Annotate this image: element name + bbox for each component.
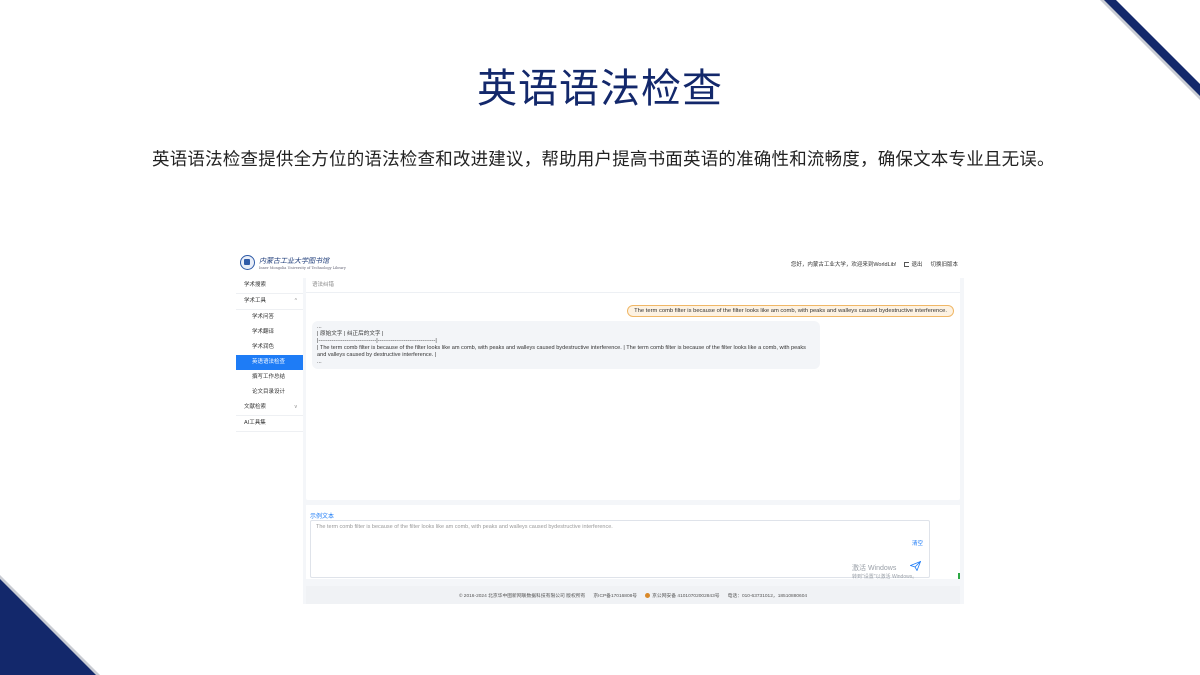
sidebar-item[interactable]: 撰写工作总结 — [236, 370, 303, 385]
status-indicator — [958, 573, 960, 579]
message-input[interactable]: The term comb filter is because of the f… — [310, 520, 930, 578]
logo-subtitle: Inner Mongolia University of Technology … — [259, 265, 346, 270]
panel-label: 语法纠错 — [312, 282, 335, 288]
sidebar-item[interactable]: 学术搜索 — [236, 278, 303, 294]
logo-name: 内蒙古工业大学图书馆 — [259, 256, 329, 265]
chevron-down-icon: v — [294, 404, 298, 410]
example-text-label[interactable]: 示例文本 — [310, 511, 334, 520]
reply-line: ... — [317, 324, 322, 330]
chat-panel: 语法纠错 The term comb filter is because of … — [306, 276, 960, 500]
sidebar-item-label: 学术问答 — [252, 314, 275, 320]
sidebar-item-label: 学术工具 — [244, 298, 267, 304]
clear-button[interactable]: 清空 — [912, 539, 923, 547]
sidebar: 学术搜索学术工具 ^ 学术问答学术翻译学术润色英语语法检查 撰写工作总结 论文目录设计文… — [236, 278, 303, 604]
library-logo[interactable]: 内蒙古工业大学图书馆 Inner Mongolia University of … — [240, 255, 346, 270]
reply-line: | 原始文字 | 纠正后的文字 | — [317, 331, 384, 337]
footer-police-label: 京公网安备 41010702002843号 — [652, 593, 720, 599]
watermark-subtitle: 转到"设置"以激活 Windows。 — [852, 574, 918, 580]
input-panel: 示例文本 The term comb filter is because of … — [306, 505, 960, 581]
chevron-up-icon: ^ — [294, 298, 297, 304]
sidebar-item[interactable]: AI工具集 — [236, 416, 303, 432]
sidebar-item-label: AI工具集 — [244, 420, 266, 426]
sidebar-item-label: 文献检索 — [244, 404, 267, 410]
footer-copyright: © 2016-2024 北京华中图新网联数据科技有限公司 版权所有 — [458, 593, 586, 599]
sidebar-item-label: 英语语法检查 — [252, 359, 286, 365]
sidebar-item-label: 论文目录设计 — [252, 389, 286, 395]
police-badge-icon — [645, 592, 651, 598]
assistant-reply-bubble: ... | 原始文字 | 纠正后的文字 | |-------------------… — [312, 321, 820, 369]
app-screenshot: 内蒙古工业大学图书馆 Inner Mongolia University of … — [236, 250, 964, 604]
sidebar-item[interactable]: 学术翻译 — [236, 325, 303, 340]
sidebar-item-label: 学术翻译 — [252, 329, 275, 335]
message-input-text: The term comb filter is because of the f… — [316, 524, 613, 530]
corner-decoration-bottom-left-navy — [0, 579, 96, 675]
sidebar-item[interactable]: 学术工具 ^ — [236, 294, 303, 310]
university-seal-icon — [240, 255, 255, 270]
sidebar-item-label: 撰写工作总结 — [252, 374, 286, 380]
logout-label: 退出 — [911, 262, 923, 268]
sidebar-item[interactable]: 学术润色 — [236, 340, 303, 355]
footer-icp[interactable]: 京ICP备17016808号 — [593, 592, 637, 599]
sidebar-item[interactable]: 学术问答 — [236, 310, 303, 325]
windows-activation-watermark: 激活 Windows 转到"设置"以激活 Windows。 — [852, 565, 917, 581]
sidebar-item-label: 学术搜索 — [244, 282, 267, 288]
app-header: 内蒙古工业大学图书馆 Inner Mongolia University of … — [236, 250, 964, 278]
divider — [306, 292, 960, 293]
switch-version-link[interactable]: 切换旧版本 — [930, 260, 958, 268]
sidebar-item[interactable]: 文献检索 v — [236, 400, 303, 416]
reply-line: | The term comb filter is because of the… — [317, 345, 806, 358]
sidebar-item[interactable]: 英语语法检查 — [236, 355, 303, 370]
reply-line: |-------------------------------|-------… — [317, 338, 437, 344]
sidebar-item[interactable]: 论文目录设计 — [236, 385, 303, 400]
footer-police[interactable]: 京公网安备 41010702002843号 — [645, 592, 720, 599]
slide-description: 英语语法检查提供全方位的语法检查和改进建议，帮助用户提高书面英语的准确性和流畅度… — [152, 150, 1055, 170]
header-actions: 您好，内蒙古工业大学，欢迎来到WorldLib! 退出 切换旧版本 — [791, 260, 958, 268]
welcome-text: 您好，内蒙古工业大学，欢迎来到WorldLib! — [790, 262, 897, 268]
sidebar-item-label: 学术润色 — [252, 344, 275, 350]
slide-title: 英语语法检查 — [477, 66, 723, 112]
watermark-title: 激活 Windows — [852, 565, 897, 572]
footer-phone: 电话：010-63731012，18510880604 — [727, 593, 808, 599]
footer: © 2016-2024 北京华中图新网联数据科技有限公司 版权所有 京ICP备1… — [306, 586, 960, 604]
logout-icon — [904, 261, 910, 267]
user-message-bubble: The term comb filter is because of the f… — [627, 305, 954, 317]
logout-button[interactable]: 退出 — [904, 260, 922, 268]
reply-line: ... — [317, 359, 322, 365]
